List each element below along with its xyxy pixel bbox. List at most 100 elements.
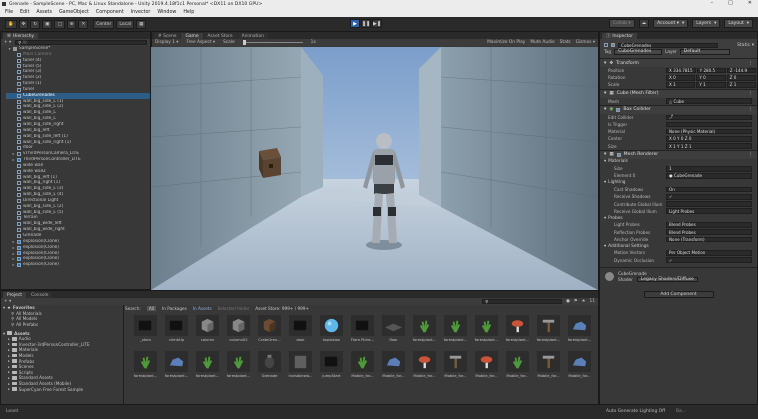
tab-inspector[interactable]: ⓘ Inspector	[602, 33, 637, 39]
property-value[interactable]: ✓	[666, 257, 752, 263]
asset-item[interactable]: forestplant...	[162, 351, 191, 383]
asset-item[interactable]: jumpStart	[317, 351, 346, 383]
hierarchy-search-input[interactable]: ⚲ All	[15, 40, 147, 45]
box-collider-header[interactable]: ▾ ◉ Box Collider ⋮	[600, 104, 757, 114]
search-scope-3[interactable]: In Assets	[193, 306, 212, 311]
toggle-maximize[interactable]: Maximize On Play	[487, 40, 525, 45]
shader-dropdown[interactable]: Legacy Shaders/Diffuse	[636, 276, 698, 282]
x-field[interactable]: X 334.7815	[666, 67, 696, 74]
static-dropdown[interactable]: Static ▾	[737, 43, 754, 48]
property-value[interactable]: None (Physic Material)	[666, 128, 752, 135]
asset-item[interactable]: Flare Picke...	[348, 315, 377, 347]
tab-console[interactable]: Console	[27, 292, 53, 298]
z-field[interactable]: Z -144.9	[726, 67, 756, 74]
toggle-gizmos[interactable]: Gizmos ▾	[576, 40, 595, 45]
expand-arrow-icon[interactable]: ▸	[8, 337, 10, 341]
menu-file[interactable]: File	[5, 10, 13, 15]
mesh-field[interactable]: △ Cube	[666, 98, 752, 104]
move-tool-button[interactable]: ✥	[18, 19, 29, 29]
property-value[interactable]: Per Object Motion	[666, 250, 752, 256]
filter-icon[interactable]: ●	[566, 299, 570, 304]
settings-icon[interactable]: ⋮	[748, 152, 753, 157]
expand-arrow-icon[interactable]: ▸	[8, 370, 10, 374]
search-scope-2[interactable]: In Packages	[162, 306, 187, 311]
settings-icon[interactable]: ⋮	[748, 61, 753, 66]
expand-arrow-icon[interactable]: ▸	[8, 354, 10, 358]
property-value[interactable]: Light Probes	[666, 208, 752, 214]
grid-snap-button[interactable]: ▦	[136, 19, 147, 29]
account-dropdown[interactable]: Account ▾ ▾	[653, 19, 689, 28]
asset-item[interactable]: forestplant...	[193, 351, 222, 383]
menu-edit[interactable]: Edit	[20, 10, 29, 15]
asset-item[interactable]: forestplant...	[472, 315, 501, 347]
tag-dropdown[interactable]: CubeGrenades	[614, 49, 663, 55]
settings-icon[interactable]: ⋮	[748, 107, 753, 112]
layer-dropdown[interactable]: Default	[679, 49, 730, 55]
materials-size-field[interactable]: 1	[666, 166, 752, 172]
custom-tool-button[interactable]: ✕	[78, 19, 89, 29]
asset-item[interactable]: forestplant...	[410, 315, 439, 347]
component-enabled-checkbox[interactable]	[616, 152, 621, 157]
asset-item[interactable]: Mobile_for...	[441, 351, 470, 383]
asset-item[interactable]: floor	[379, 315, 408, 347]
asset-item[interactable]: Grenade	[255, 351, 284, 383]
play-button[interactable]: ▶	[350, 19, 360, 28]
object-name-input[interactable]: CubeGrenades	[618, 42, 718, 48]
expand-arrow-icon[interactable]: ▸	[8, 342, 10, 346]
scale-slider[interactable]	[242, 40, 303, 45]
minimize-button[interactable]: –	[711, 0, 714, 6]
close-button[interactable]: ✕	[748, 0, 752, 6]
menu-gameobject[interactable]: GameObject	[59, 10, 89, 15]
y-field[interactable]: Y 280.5	[696, 67, 726, 74]
asset-item[interactable]: _stars	[131, 315, 160, 347]
maximize-button[interactable]: □	[728, 0, 733, 6]
menu-invector[interactable]: Invector	[131, 10, 151, 15]
cloud-icon[interactable]: ☁	[638, 19, 650, 28]
create-dropdown[interactable]: + ▾	[4, 40, 11, 45]
asset-item[interactable]: Mobile_for...	[534, 351, 563, 383]
expand-arrow-icon[interactable]: ▸	[8, 376, 10, 380]
asset-item[interactable]: explosion	[317, 315, 346, 347]
space-toggle[interactable]: Local	[116, 19, 135, 29]
toggle-stats[interactable]: Stats	[560, 40, 571, 45]
hand-tool-button[interactable]: ✋	[5, 19, 17, 29]
expand-arrow-icon[interactable]: ▸	[8, 359, 10, 363]
asset-item[interactable]: forestplant...	[503, 315, 532, 347]
expand-arrow-icon[interactable]: ▸	[8, 348, 10, 352]
expand-arrow-icon[interactable]: ▸	[8, 387, 10, 391]
rect-tool-button[interactable]: □	[54, 19, 65, 29]
property-value[interactable]: None (Transform)	[666, 236, 752, 243]
step-button[interactable]: ▶❚	[372, 19, 382, 28]
asset-item[interactable]: column	[193, 315, 222, 347]
asset-folder[interactable]: ▸ SuperCyan Free Forest Sample	[1, 386, 123, 392]
search-scope-1[interactable]: All	[146, 306, 157, 311]
rotate-tool-button[interactable]: ↻	[30, 19, 41, 29]
property-value[interactable]: Blend Probes	[666, 222, 752, 228]
create-dropdown[interactable]: + ▾	[4, 299, 11, 304]
mesh-filter-header[interactable]: ▾ ▦ Cube (Mesh Filter) ⋮	[600, 88, 757, 98]
settings-icon[interactable]: ⋮	[748, 91, 753, 96]
expand-arrow-icon[interactable]: ▸	[12, 157, 15, 163]
component-enabled-checkbox[interactable]	[616, 107, 621, 112]
game-viewport[interactable]	[151, 47, 598, 290]
property-value[interactable]: Blend Probes	[666, 229, 752, 235]
asset-item[interactable]: forestplant...	[441, 315, 470, 347]
tab-game[interactable]: Game	[181, 33, 203, 39]
x-field[interactable]: X 1	[666, 82, 696, 88]
expand-arrow-icon[interactable]: ▾	[8, 46, 11, 52]
x-field[interactable]: X 0	[666, 75, 696, 81]
asset-item[interactable]: forestplant...	[534, 315, 563, 347]
search-scope-5[interactable]: Asset Store: 999+ / 999+	[255, 306, 309, 311]
pivot-toggle[interactable]: Center	[93, 19, 115, 29]
collab-dropdown[interactable]: Collab ▾	[608, 19, 635, 28]
pause-button[interactable]: ❚❚	[361, 19, 371, 28]
asset-item[interactable]: door	[286, 315, 315, 347]
scale-tool-button[interactable]: ▣	[42, 19, 53, 29]
material-element-field[interactable]: ● CubeGrenade	[666, 173, 752, 179]
asset-item[interactable]: CrateGren...	[255, 315, 284, 347]
property-value[interactable]: On	[666, 186, 752, 193]
y-field[interactable]: Y 1	[696, 82, 726, 88]
asset-item[interactable]: climbUp	[162, 315, 191, 347]
hierarchy-item[interactable]: ▸ explosion(Clone)	[6, 262, 150, 268]
asset-item[interactable]: Mobile_for...	[565, 351, 594, 383]
